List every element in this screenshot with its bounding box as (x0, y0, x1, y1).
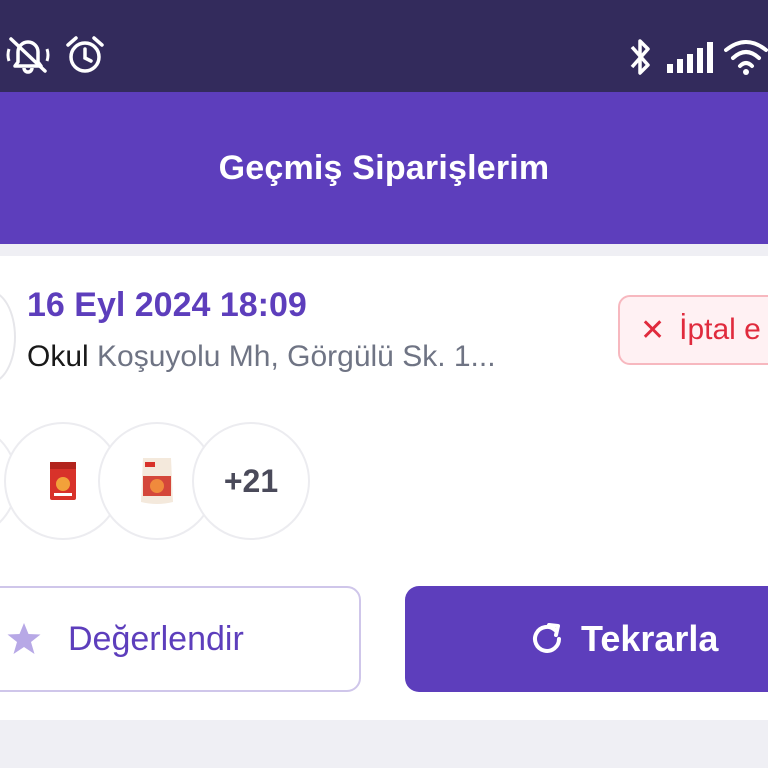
page-title: Geçmiş Siparişlerim (218, 148, 550, 187)
wifi-icon (724, 40, 768, 75)
star-icon (6, 622, 42, 656)
reorder-button[interactable]: Tekrarla (405, 586, 768, 692)
more-products-counter[interactable]: +21 (192, 422, 310, 540)
rate-label: Değerlendir (68, 619, 244, 658)
app-bar: Geçmiş Siparişlerim (0, 92, 768, 244)
more-count: +21 (223, 462, 279, 499)
order-date: 16 Eyl 2024 18:09 (27, 286, 307, 324)
rate-button[interactable]: Değerlendir (0, 586, 361, 692)
close-icon: ✕ (640, 313, 666, 347)
store-logo (0, 290, 16, 384)
status-badge: ✕ İptal e (618, 295, 768, 365)
order-address: Okul Koşuyolu Mh, Görgülü Sk. 1... (27, 340, 496, 374)
address-name: Okul (27, 340, 89, 373)
alarm-icon (66, 36, 104, 73)
mute-icon (6, 37, 50, 74)
address-detail: Koşuyolu Mh, Görgülü Sk. 1... (97, 340, 496, 373)
signal-icon (667, 42, 713, 73)
reorder-label: Tekrarla (581, 618, 719, 659)
soup-package-icon (141, 458, 173, 504)
status-bar (0, 0, 768, 92)
bluetooth-icon (630, 39, 650, 75)
order-card[interactable]: 16 Eyl 2024 18:09 Okul Koşuyolu Mh, Görg… (0, 256, 768, 720)
tomato-paste-icon (50, 462, 76, 500)
status-label: İptal e (679, 313, 761, 346)
refresh-icon (529, 621, 565, 657)
